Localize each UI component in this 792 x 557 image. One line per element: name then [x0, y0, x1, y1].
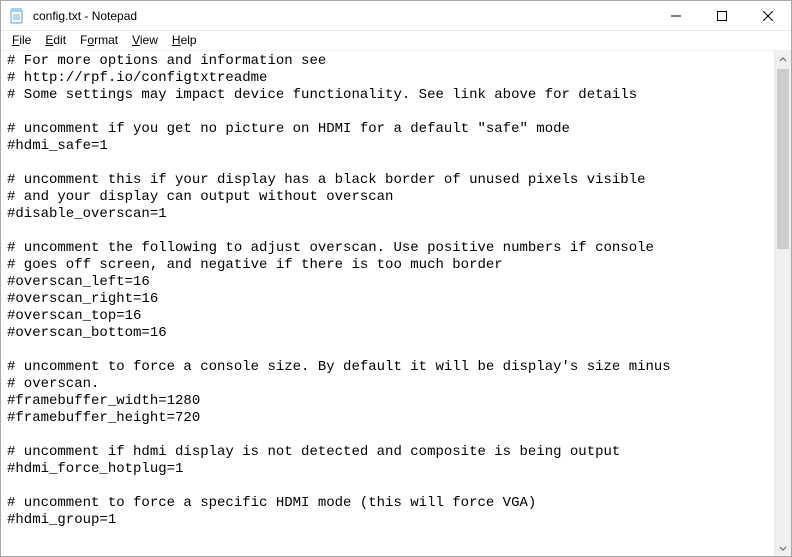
scroll-down-arrow-icon[interactable]	[775, 539, 791, 556]
notepad-icon	[9, 8, 25, 24]
client-area: # For more options and information see #…	[1, 51, 791, 556]
vertical-scrollbar[interactable]	[774, 51, 791, 556]
window-title: config.txt - Notepad	[31, 9, 653, 23]
scroll-up-arrow-icon[interactable]	[775, 51, 791, 68]
close-button[interactable]	[745, 1, 791, 30]
scrollbar-thumb[interactable]	[777, 69, 789, 249]
menu-edit[interactable]: Edit	[38, 32, 73, 49]
minimize-button[interactable]	[653, 1, 699, 30]
menu-file[interactable]: File	[5, 32, 38, 49]
menu-help[interactable]: Help	[165, 32, 204, 49]
text-editor[interactable]: # For more options and information see #…	[1, 51, 774, 556]
titlebar: config.txt - Notepad	[1, 1, 791, 31]
window-controls	[653, 1, 791, 30]
menubar: File Edit Format View Help	[1, 31, 791, 51]
menu-format[interactable]: Format	[73, 32, 125, 49]
menu-view[interactable]: View	[125, 32, 165, 49]
maximize-button[interactable]	[699, 1, 745, 30]
